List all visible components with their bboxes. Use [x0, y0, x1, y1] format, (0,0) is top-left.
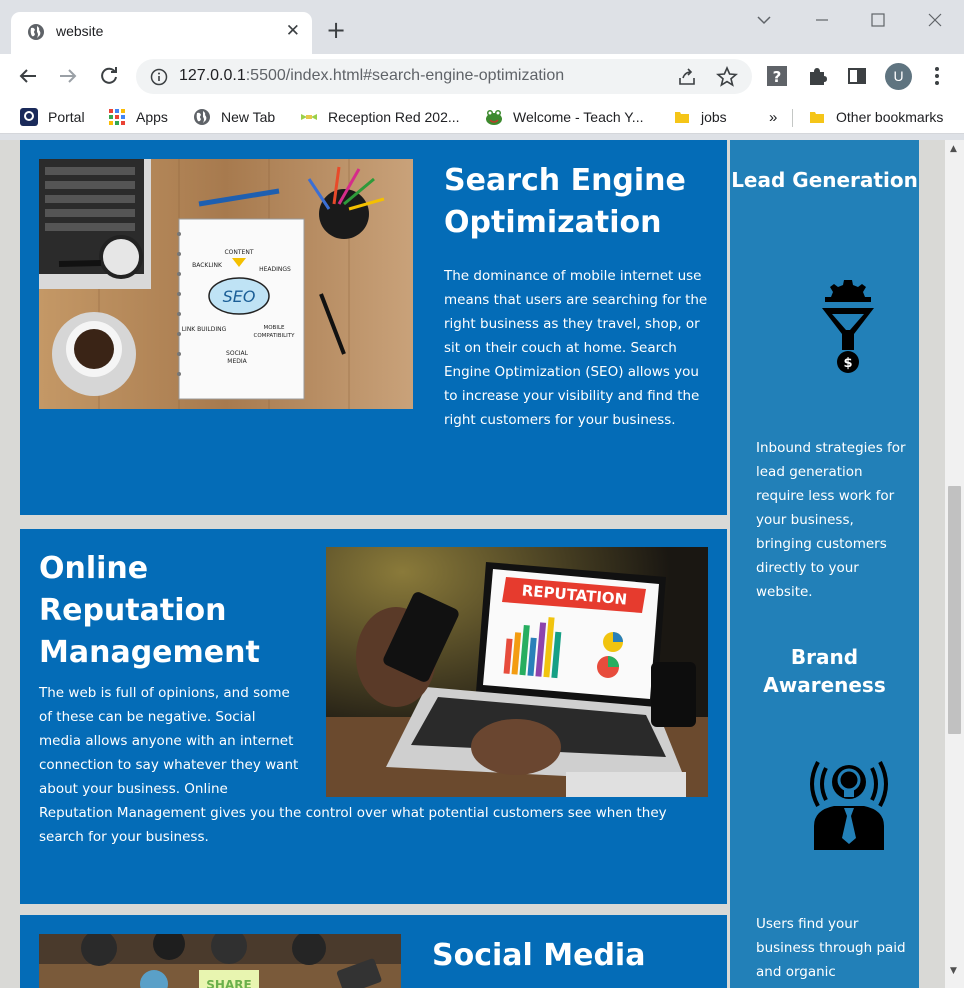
orm-float-spacer: [309, 681, 709, 797]
globe-icon: [28, 24, 44, 40]
bookmark-welcome[interactable]: Welcome - Teach Y...: [485, 107, 643, 127]
bookmarks-overflow-chevron[interactable]: »: [769, 107, 777, 127]
reception-icon: [301, 114, 317, 120]
svg-text:MOBILE: MOBILE: [263, 325, 285, 331]
seo-title: Search Engine Optimization: [444, 163, 686, 240]
url-path: :5500/index.html#search-engine-optimizat…: [245, 67, 565, 84]
bookmark-new-tab[interactable]: New Tab: [193, 107, 275, 127]
new-tab-icon[interactable]: +: [326, 17, 346, 43]
back-arrow-icon[interactable]: [16, 64, 40, 88]
svg-text:BACKLINK: BACKLINK: [192, 262, 223, 269]
scroll-up-arrow-icon[interactable]: ▲: [950, 144, 957, 154]
help-extension-icon[interactable]: ?: [766, 65, 788, 87]
bookmark-label: Apps: [136, 109, 168, 125]
svg-text:?: ?: [773, 68, 782, 86]
browser-toolbar: 127.0.0.1:5500/index.html#search-engine-…: [0, 54, 964, 100]
address-bar[interactable]: 127.0.0.1:5500/index.html#search-engine-…: [136, 59, 752, 94]
site-info-icon[interactable]: [150, 68, 168, 86]
tab-search-chevron-icon[interactable]: [752, 8, 776, 32]
side-panel-icon[interactable]: [846, 65, 868, 87]
extensions-puzzle-icon[interactable]: [806, 65, 828, 87]
bookmark-label: jobs: [701, 109, 727, 125]
url-text: 127.0.0.1:5500/index.html#search-engine-…: [179, 67, 564, 85]
svg-text:MEDIA: MEDIA: [227, 358, 247, 365]
svg-text:CONTENT: CONTENT: [224, 249, 253, 256]
minimize-icon[interactable]: [810, 8, 834, 32]
svg-text:SHARE: SHARE: [206, 978, 251, 988]
sidebar: Lead Generation $ Inbound strategies for…: [730, 140, 919, 988]
browser-titlebar: website ✕ +: [0, 0, 964, 54]
svg-text:COMPATIBILITY: COMPATIBILITY: [254, 333, 296, 339]
bookmark-label: Welcome - Teach Y...: [513, 109, 644, 125]
page-scrollbar[interactable]: ▲ ▼: [945, 140, 964, 988]
orm-body-wrap: The web is full of opinions, and some of…: [39, 681, 709, 849]
maximize-icon[interactable]: [866, 8, 890, 32]
profile-avatar[interactable]: U: [885, 63, 912, 90]
bookmark-label: New Tab: [221, 109, 276, 125]
tab-title: website: [56, 23, 104, 39]
lead-funnel-icon: $: [822, 280, 874, 373]
bookmark-label: Portal: [48, 109, 85, 125]
apps-grid-icon: [109, 109, 125, 125]
social-illustration: SHARE: [39, 934, 401, 988]
tab-close-icon[interactable]: ✕: [286, 21, 300, 41]
scroll-thumb[interactable]: [948, 486, 961, 734]
forward-arrow-icon[interactable]: [56, 64, 80, 88]
page-viewport: SEO CONTENT BACKLINK HEADINGS LINK BUILD…: [0, 140, 945, 988]
url-host: 127.0.0.1: [179, 67, 246, 84]
bookmark-portal[interactable]: Portal: [20, 107, 85, 127]
globe-icon: [194, 109, 210, 125]
brand-bulb-person-icon: [810, 761, 888, 850]
social-card: SHARE Social Media: [20, 915, 727, 988]
folder-icon: [675, 112, 689, 123]
bookmark-apps[interactable]: Apps: [108, 107, 168, 127]
orm-title: Online Reputation Management: [39, 551, 260, 670]
seo-illustration: SEO CONTENT BACKLINK HEADINGS LINK BUILD…: [39, 159, 413, 409]
bookmarks-bar: Portal Apps New Tab Reception Red 202...…: [0, 100, 964, 134]
brand-awareness-title: Brand Awareness: [763, 645, 886, 697]
menu-kebab-icon[interactable]: [926, 65, 948, 87]
svg-text:SEO: SEO: [223, 287, 256, 306]
frog-icon: [486, 110, 502, 125]
bookmark-reception[interactable]: Reception Red 202...: [300, 107, 460, 127]
svg-text:LINK BUILDING: LINK BUILDING: [182, 326, 227, 333]
svg-text:$: $: [843, 356, 852, 371]
browser-tab[interactable]: website ✕: [11, 12, 312, 54]
bookmark-jobs[interactable]: jobs: [673, 107, 727, 127]
social-image: SHARE: [39, 934, 401, 988]
lead-generation-body: Inbound strategies for lead generation r…: [756, 440, 906, 600]
svg-text:SOCIAL: SOCIAL: [226, 350, 249, 357]
social-title: Social Media: [432, 938, 646, 973]
bookmark-other[interactable]: Other bookmarks: [808, 107, 943, 127]
brand-awareness-body: Users find your business through paid an…: [756, 916, 906, 980]
lead-generation-title: Lead Generation: [731, 168, 918, 192]
seo-body: The dominance of mobile internet use mea…: [444, 268, 708, 428]
bookmark-star-icon[interactable]: [716, 66, 738, 88]
svg-text:HEADINGS: HEADINGS: [259, 266, 291, 273]
portal-icon: [20, 108, 38, 126]
folder-icon: [810, 112, 824, 123]
seo-card: SEO CONTENT BACKLINK HEADINGS LINK BUILD…: [20, 140, 727, 515]
close-window-icon[interactable]: [923, 8, 947, 32]
seo-image: SEO CONTENT BACKLINK HEADINGS LINK BUILD…: [39, 159, 413, 409]
reload-icon[interactable]: [97, 64, 121, 88]
bookmark-label: Other bookmarks: [836, 109, 944, 125]
orm-card: REPUTATION Online Reputation Management …: [20, 529, 727, 904]
bookmarks-divider: [792, 109, 793, 127]
scroll-down-arrow-icon[interactable]: ▼: [950, 966, 957, 976]
bookmark-label: Reception Red 202...: [328, 109, 460, 125]
share-icon[interactable]: [676, 66, 698, 88]
